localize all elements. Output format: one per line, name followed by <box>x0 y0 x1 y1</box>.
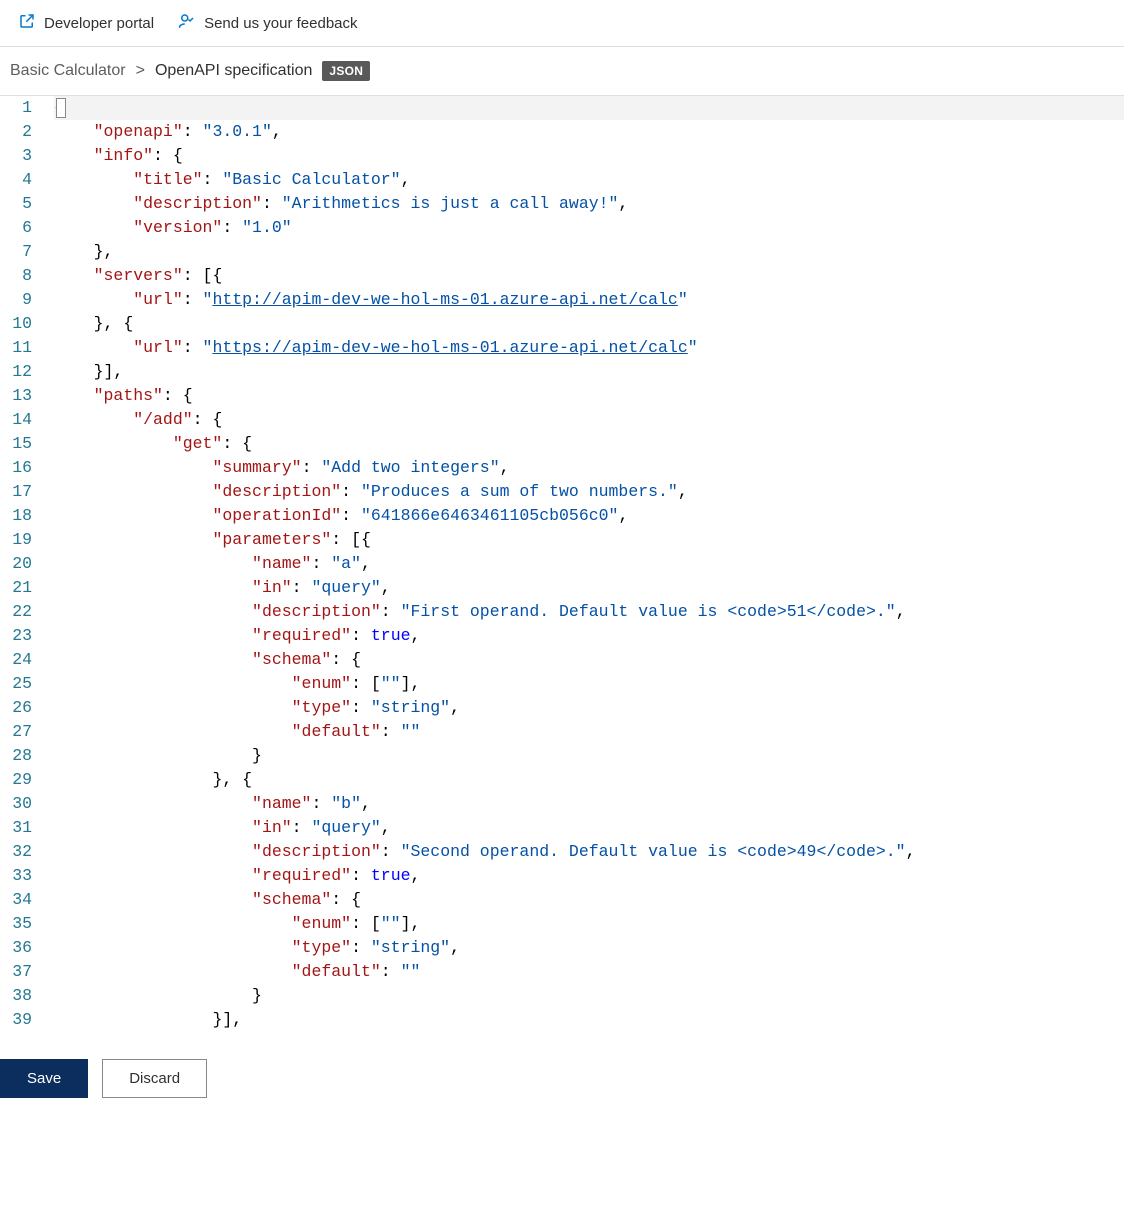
line-number: 19 <box>6 528 32 552</box>
code-line[interactable]: "description": "First operand. Default v… <box>54 600 1124 624</box>
line-number: 26 <box>6 696 32 720</box>
code-line[interactable]: "type": "string", <box>54 936 1124 960</box>
line-number: 28 <box>6 744 32 768</box>
code-line[interactable]: "default": "" <box>54 960 1124 984</box>
code-line[interactable]: "/add": { <box>54 408 1124 432</box>
developer-portal-link[interactable]: Developer portal <box>18 12 154 34</box>
code-line[interactable]: "openapi": "3.0.1", <box>54 120 1124 144</box>
feedback-icon <box>178 12 196 34</box>
code-line[interactable]: "servers": [{ <box>54 264 1124 288</box>
line-number: 27 <box>6 720 32 744</box>
line-number: 15 <box>6 432 32 456</box>
breadcrumb-current: OpenAPI specification <box>155 62 312 80</box>
line-number: 12 <box>6 360 32 384</box>
code-line[interactable]: "schema": { <box>54 648 1124 672</box>
code-line[interactable]: }, <box>54 240 1124 264</box>
line-number: 11 <box>6 336 32 360</box>
code-line[interactable]: } <box>54 744 1124 768</box>
line-number: 34 <box>6 888 32 912</box>
code-line[interactable]: "enum": [""], <box>54 912 1124 936</box>
code-line[interactable]: "url": "https://apim-dev-we-hol-ms-01.az… <box>54 336 1124 360</box>
line-number: 35 <box>6 912 32 936</box>
code-line[interactable]: "description": "Arithmetics is just a ca… <box>54 192 1124 216</box>
code-line[interactable]: "in": "query", <box>54 816 1124 840</box>
line-number: 16 <box>6 456 32 480</box>
line-number: 7 <box>6 240 32 264</box>
line-number: 33 <box>6 864 32 888</box>
line-number: 6 <box>6 216 32 240</box>
code-line[interactable]: "name": "a", <box>54 552 1124 576</box>
code-line[interactable]: "schema": { <box>54 888 1124 912</box>
format-badge: JSON <box>322 61 370 81</box>
code-line[interactable]: "title": "Basic Calculator", <box>54 168 1124 192</box>
line-number: 18 <box>6 504 32 528</box>
line-number: 37 <box>6 960 32 984</box>
code-line[interactable]: }, { <box>54 768 1124 792</box>
code-content[interactable]: { "openapi": "3.0.1", "info": { "title":… <box>42 96 1124 1045</box>
code-editor[interactable]: 1234567891011121314151617181920212223242… <box>0 95 1124 1045</box>
code-line[interactable]: "operationId": "641866e6463461105cb056c0… <box>54 504 1124 528</box>
line-number: 22 <box>6 600 32 624</box>
code-line[interactable]: "summary": "Add two integers", <box>54 456 1124 480</box>
code-line[interactable]: "description": "Produces a sum of two nu… <box>54 480 1124 504</box>
top-toolbar: Developer portal Send us your feedback <box>0 0 1124 47</box>
line-number: 32 <box>6 840 32 864</box>
code-line[interactable]: "parameters": [{ <box>54 528 1124 552</box>
code-line[interactable]: "default": "" <box>54 720 1124 744</box>
feedback-link[interactable]: Send us your feedback <box>178 12 357 34</box>
line-number: 8 <box>6 264 32 288</box>
external-link-icon <box>18 12 36 34</box>
line-number: 21 <box>6 576 32 600</box>
line-number: 36 <box>6 936 32 960</box>
code-line[interactable]: "get": { <box>54 432 1124 456</box>
line-number: 1 <box>6 96 32 120</box>
line-number: 30 <box>6 792 32 816</box>
line-number: 14 <box>6 408 32 432</box>
save-button[interactable]: Save <box>0 1059 88 1098</box>
code-line[interactable]: "enum": [""], <box>54 672 1124 696</box>
breadcrumb: Basic Calculator > OpenAPI specification… <box>0 47 1124 95</box>
breadcrumb-separator: > <box>136 62 145 80</box>
line-number: 20 <box>6 552 32 576</box>
line-number: 5 <box>6 192 32 216</box>
line-number: 4 <box>6 168 32 192</box>
line-number: 25 <box>6 672 32 696</box>
code-line[interactable]: }, { <box>54 312 1124 336</box>
discard-button[interactable]: Discard <box>102 1059 207 1098</box>
code-line[interactable]: "description": "Second operand. Default … <box>54 840 1124 864</box>
code-line[interactable]: "required": true, <box>54 624 1124 648</box>
line-number: 31 <box>6 816 32 840</box>
code-line[interactable]: } <box>54 984 1124 1008</box>
code-line[interactable]: }], <box>54 360 1124 384</box>
code-line[interactable]: "in": "query", <box>54 576 1124 600</box>
line-number: 39 <box>6 1008 32 1032</box>
line-number-gutter: 1234567891011121314151617181920212223242… <box>0 96 42 1045</box>
code-line[interactable]: { <box>54 96 1124 120</box>
code-line[interactable]: "info": { <box>54 144 1124 168</box>
feedback-label: Send us your feedback <box>204 15 357 32</box>
code-line[interactable]: "paths": { <box>54 384 1124 408</box>
line-number: 23 <box>6 624 32 648</box>
footer-actions: Save Discard <box>0 1045 1124 1112</box>
code-line[interactable]: "type": "string", <box>54 696 1124 720</box>
code-line[interactable]: }], <box>54 1008 1124 1032</box>
code-line[interactable]: "version": "1.0" <box>54 216 1124 240</box>
code-line[interactable]: "required": true, <box>54 864 1124 888</box>
developer-portal-label: Developer portal <box>44 15 154 32</box>
line-number: 38 <box>6 984 32 1008</box>
line-number: 24 <box>6 648 32 672</box>
line-number: 17 <box>6 480 32 504</box>
line-number: 3 <box>6 144 32 168</box>
line-number: 9 <box>6 288 32 312</box>
breadcrumb-root[interactable]: Basic Calculator <box>10 62 126 80</box>
line-number: 29 <box>6 768 32 792</box>
line-number: 2 <box>6 120 32 144</box>
code-line[interactable]: "url": "http://apim-dev-we-hol-ms-01.azu… <box>54 288 1124 312</box>
code-line[interactable]: "name": "b", <box>54 792 1124 816</box>
line-number: 10 <box>6 312 32 336</box>
line-number: 13 <box>6 384 32 408</box>
